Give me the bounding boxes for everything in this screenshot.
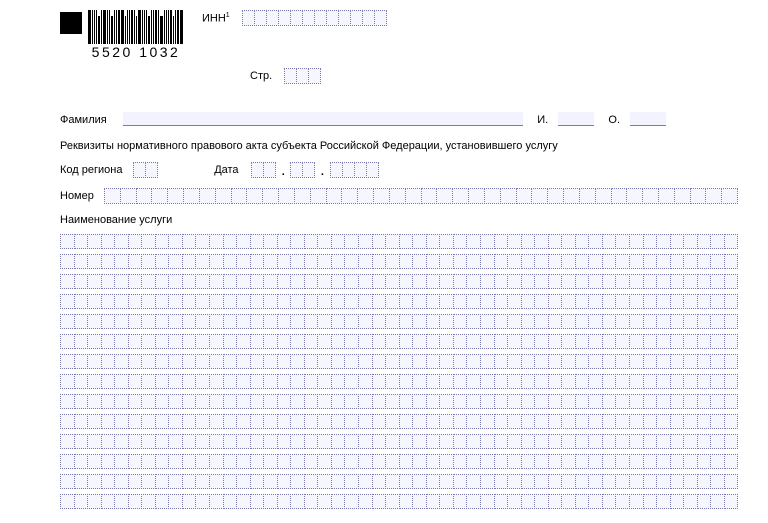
date-label: Дата — [214, 164, 248, 176]
service-name-line[interactable] — [60, 414, 738, 429]
date-separator-dot: . — [279, 166, 287, 178]
initial-o-label: О. — [608, 114, 620, 126]
date-month-field[interactable] — [290, 162, 315, 178]
surname-label: Фамилия — [60, 114, 120, 126]
service-name-line[interactable] — [60, 494, 738, 509]
service-name-line[interactable] — [60, 334, 738, 349]
service-name-line[interactable] — [60, 274, 738, 289]
number-field[interactable] — [104, 188, 738, 204]
service-name-field-group — [60, 234, 738, 509]
service-name-line[interactable] — [60, 294, 738, 309]
inn-field[interactable] — [242, 10, 387, 26]
service-name-line[interactable] — [60, 254, 738, 269]
region-code-field[interactable] — [133, 162, 158, 178]
inn-label: ИНН1 — [202, 12, 230, 25]
service-name-line[interactable] — [60, 354, 738, 369]
barcode: 5520 1032 — [88, 10, 184, 60]
service-name-line[interactable] — [60, 234, 738, 249]
requisites-title: Реквизиты нормативного правового акта су… — [60, 140, 738, 152]
service-name-line[interactable] — [60, 474, 738, 489]
surname-field[interactable] — [123, 112, 523, 126]
number-label: Номер — [60, 190, 104, 202]
service-name-line[interactable] — [60, 394, 738, 409]
initial-o-field[interactable] — [630, 112, 666, 126]
service-name-line[interactable] — [60, 314, 738, 329]
date-day-field[interactable] — [251, 162, 276, 178]
date-year-field[interactable] — [330, 162, 379, 178]
page-field[interactable] — [284, 68, 321, 84]
service-name-line[interactable] — [60, 454, 738, 469]
initial-i-field[interactable] — [558, 112, 594, 126]
initial-i-label: И. — [537, 114, 548, 126]
barcode-number: 5520 1032 — [88, 44, 184, 60]
region-code-label: Код региона — [60, 164, 130, 176]
form-marker-square — [60, 12, 82, 34]
service-name-line[interactable] — [60, 374, 738, 389]
date-separator-dot: . — [318, 166, 326, 178]
service-name-label: Наименование услуги — [60, 214, 738, 226]
page-label: Стр. — [250, 70, 272, 82]
service-name-line[interactable] — [60, 434, 738, 449]
